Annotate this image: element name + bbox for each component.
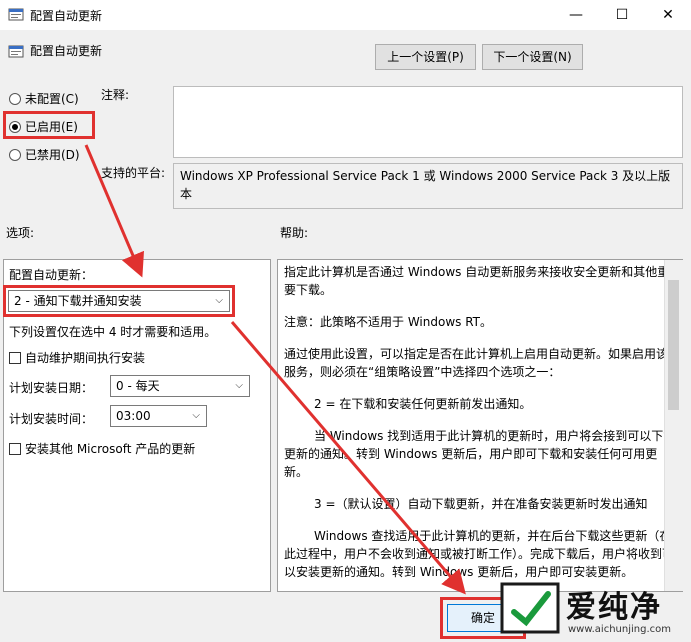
arrow-to-select [84,144,144,278]
watermark-logo: 爱纯净 www.aichunjing.com [500,580,685,640]
annotation-arrows [84,144,466,595]
brand-url: www.aichunjing.com [568,624,671,635]
brand-logo-icon [500,582,560,634]
arrow-to-ok [230,321,466,595]
brand-name: 爱纯净 [566,590,662,625]
